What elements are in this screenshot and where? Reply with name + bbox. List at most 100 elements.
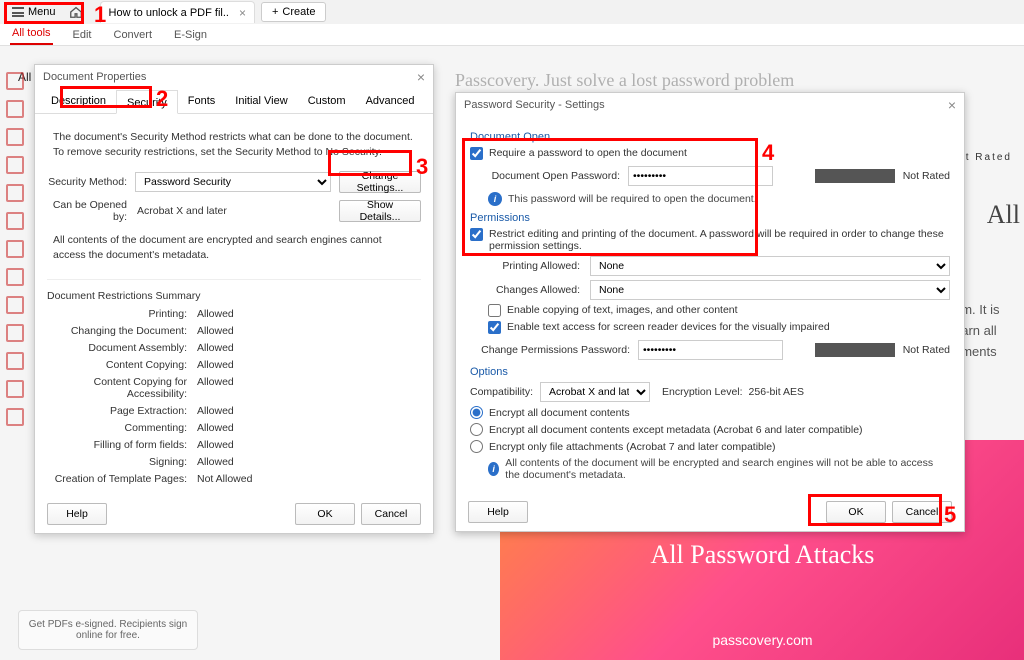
tool-icon[interactable]: [6, 184, 24, 202]
restriction-value: Allowed: [197, 359, 234, 371]
encryption-note: All contents of the document are encrypt…: [47, 229, 421, 268]
encrypt-except-meta-radio[interactable]: [470, 423, 483, 436]
tool-icon[interactable]: [6, 408, 24, 426]
enable-copy-checkbox[interactable]: [488, 304, 501, 317]
strength-meter: [815, 343, 895, 357]
opened-by-value: Acrobat X and later: [135, 205, 339, 217]
restriction-label: Commenting:: [47, 422, 187, 434]
restriction-value: Allowed: [197, 376, 234, 400]
require-open-label: Require a password to open the document: [489, 147, 687, 159]
help-button[interactable]: Help: [468, 501, 528, 523]
document-tab[interactable]: How to unlock a PDF fil.. ×: [100, 1, 255, 23]
tab-description[interactable]: Description: [41, 89, 116, 113]
restriction-label: Page Extraction:: [47, 405, 187, 417]
require-open-password-checkbox[interactable]: [470, 147, 483, 160]
tab-fonts[interactable]: Fonts: [178, 89, 226, 113]
encrypt-all-label: Encrypt all document contents: [489, 407, 630, 419]
home-button[interactable]: [64, 0, 88, 24]
tb-all-tools[interactable]: All tools: [10, 23, 53, 45]
tb-esign[interactable]: E-Sign: [172, 25, 209, 45]
security-method-select[interactable]: Password Security: [135, 172, 331, 192]
tool-icon[interactable]: [6, 72, 24, 90]
enc-level-label: Encryption Level:: [662, 386, 743, 398]
screen-reader-checkbox[interactable]: [488, 321, 501, 334]
options-heading: Options: [470, 366, 950, 378]
close-icon[interactable]: ×: [417, 69, 425, 85]
tb-edit[interactable]: Edit: [71, 25, 94, 45]
open-password-input[interactable]: [628, 166, 773, 186]
restriction-row: Signing:Allowed: [47, 456, 421, 468]
enc-level-value: 256-bit AES: [749, 386, 804, 398]
compat-label: Compatibility:: [470, 386, 540, 398]
change-settings-button[interactable]: Change Settings...: [339, 171, 421, 193]
home-icon: [69, 5, 83, 19]
menu-label: Menu: [28, 6, 56, 18]
restriction-label: Document Assembly:: [47, 342, 187, 354]
banner-site: passcovery.com: [712, 632, 812, 648]
tab-security[interactable]: Security: [116, 90, 178, 114]
tool-icon[interactable]: [6, 268, 24, 286]
tab-custom[interactable]: Custom: [298, 89, 356, 113]
change-password-input[interactable]: [638, 340, 783, 360]
encrypt-all-radio[interactable]: [470, 406, 483, 419]
plus-icon: +: [272, 6, 278, 18]
restriction-row: Printing:Allowed: [47, 308, 421, 320]
create-label: Create: [282, 6, 315, 18]
printing-allowed-select[interactable]: None: [590, 256, 950, 276]
show-details-button[interactable]: Show Details...: [339, 200, 421, 222]
tab-advanced[interactable]: Advanced: [356, 89, 425, 113]
tool-icon[interactable]: [6, 100, 24, 118]
hamburger-icon: [12, 7, 24, 17]
printing-allowed-label: Printing Allowed:: [470, 260, 580, 272]
page-headline: Passcovery. Just solve a lost password p…: [455, 70, 794, 91]
restriction-value: Allowed: [197, 342, 234, 354]
password-security-dialog: Password Security - Settings × Document …: [455, 92, 965, 532]
dialog-title: Password Security - Settings: [464, 99, 605, 111]
dialog-title: Document Properties: [43, 71, 146, 83]
encrypt-meta-label: Encrypt all document contents except met…: [489, 424, 863, 436]
changes-allowed-select[interactable]: None: [590, 280, 950, 300]
restriction-label: Filling of form fields:: [47, 439, 187, 451]
cancel-button[interactable]: Cancel: [361, 503, 421, 525]
create-button[interactable]: + Create: [261, 2, 326, 22]
tool-icon[interactable]: [6, 212, 24, 230]
tool-icon[interactable]: [6, 128, 24, 146]
annotation-num: 5: [944, 502, 956, 528]
info-icon: i: [488, 192, 502, 206]
esign-promo: Get PDFs e-signed. Recipients sign onlin…: [18, 610, 198, 650]
tab-initial-view[interactable]: Initial View: [225, 89, 297, 113]
enable-copy-label: Enable copying of text, images, and othe…: [507, 304, 738, 316]
tool-icon[interactable]: [6, 296, 24, 314]
help-button[interactable]: Help: [47, 503, 107, 525]
tool-icon[interactable]: [6, 240, 24, 258]
encrypt-attach-label: Encrypt only file attachments (Acrobat 7…: [489, 441, 776, 453]
open-info-text: This password will be required to open t…: [508, 193, 757, 205]
ok-button[interactable]: OK: [295, 503, 355, 525]
tool-icon[interactable]: [6, 380, 24, 398]
info-icon: i: [488, 462, 499, 476]
document-properties-dialog: Document Properties × Description Securi…: [34, 64, 434, 534]
restrictions-title: Document Restrictions Summary: [47, 290, 421, 302]
restriction-row: Changing the Document:Allowed: [47, 325, 421, 337]
close-icon[interactable]: ×: [948, 97, 956, 113]
cancel-button[interactable]: Cancel: [892, 501, 952, 523]
app-bar: Menu How to unlock a PDF fil.. × + Creat…: [0, 0, 1024, 24]
annotation-num: 3: [416, 154, 428, 180]
restriction-label: Printing:: [47, 308, 187, 320]
tool-icon[interactable]: [6, 352, 24, 370]
restrict-editing-checkbox[interactable]: [470, 228, 483, 241]
bg-all-heading: All: [987, 200, 1020, 230]
ok-button[interactable]: OK: [826, 501, 886, 523]
compat-select[interactable]: Acrobat X and later: [540, 382, 650, 402]
restriction-row: Document Assembly: Allowed: [47, 342, 421, 354]
encrypt-attachments-radio[interactable]: [470, 440, 483, 453]
tool-icon[interactable]: [6, 324, 24, 342]
restriction-value: Allowed: [197, 405, 234, 417]
dialog-tabs: Description Security Fonts Initial View …: [35, 89, 433, 114]
tool-icon[interactable]: [6, 156, 24, 174]
menu-button[interactable]: Menu: [4, 4, 64, 20]
strength-label: Not Rated: [903, 170, 950, 182]
tb-convert[interactable]: Convert: [112, 25, 155, 45]
close-icon[interactable]: ×: [239, 6, 246, 20]
left-icon-column: [0, 72, 30, 426]
